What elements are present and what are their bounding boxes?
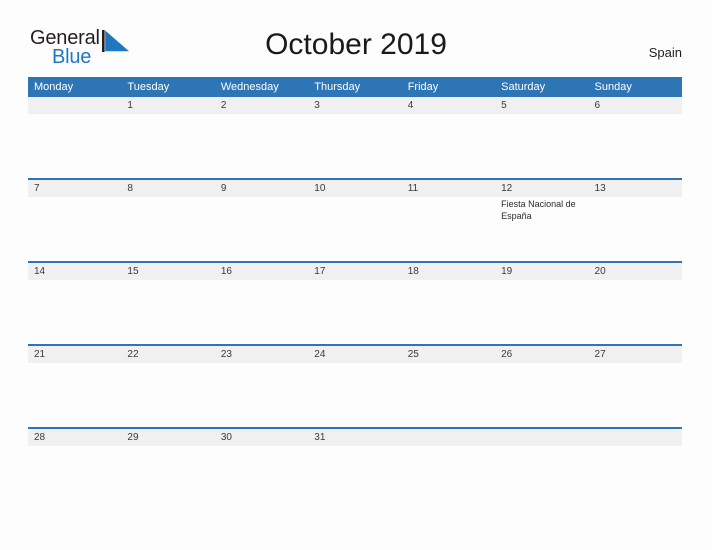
day-cell-23[interactable]: 23 (214, 344, 309, 428)
day-number: 24 (308, 346, 402, 363)
weekday-header-tuesday: Tuesday (121, 77, 215, 97)
holiday-event: Fiesta Nacional de España (501, 199, 576, 221)
calendar-page: General Blue October 2019 Spain Monday Tu… (0, 0, 712, 550)
day-number: 7 (28, 180, 122, 197)
day-cell-1[interactable]: 1 (121, 97, 215, 179)
day-cell-5[interactable]: 5 (495, 97, 589, 179)
day-cell-empty[interactable] (588, 427, 682, 509)
day-number: 19 (495, 263, 589, 280)
day-cell-29[interactable]: 29 (121, 427, 215, 509)
day-number: 9 (214, 180, 309, 197)
day-number: 20 (588, 263, 682, 280)
day-number: 30 (214, 429, 309, 446)
calendar-week-row: 123456 (28, 97, 682, 179)
day-number: 16 (214, 263, 309, 280)
day-number: 5 (495, 97, 589, 114)
day-number: 6 (588, 97, 682, 114)
day-cell-4[interactable]: 4 (401, 97, 496, 179)
calendar-week-row: 21 22 23 24 25 26 27 (28, 344, 682, 428)
day-number: 13 (588, 180, 682, 197)
day-cell-22[interactable]: 22 (121, 344, 215, 428)
day-cell-26[interactable]: 26 (495, 344, 589, 428)
day-number: 3 (308, 97, 402, 114)
day-cell-25[interactable]: 25 (401, 344, 496, 428)
day-cell-21[interactable]: 21 (28, 344, 122, 428)
day-number: 23 (214, 346, 309, 363)
day-number: 21 (28, 346, 122, 363)
day-events: Fiesta Nacional de España (495, 197, 588, 222)
day-number (28, 97, 122, 114)
calendar-week-row: 7 8 9 10 11 12 Fiesta Nacional de España 13 (28, 178, 682, 262)
country-label: Spain (648, 45, 682, 60)
day-cell-empty[interactable] (28, 97, 122, 179)
day-number: 14 (28, 263, 122, 280)
day-number: 31 (308, 429, 402, 446)
calendar-week-row: 28 29 30 31 (28, 427, 682, 509)
day-cell-10[interactable]: 10 (308, 178, 402, 262)
day-number: 22 (121, 346, 215, 363)
calendar-body: 1 2 3 4 5 6 7 8 9 10 11 12 Fiesta Nacional de España… (28, 97, 682, 509)
page-title: October 2019 (265, 28, 447, 61)
day-number: 11 (401, 180, 496, 197)
weekday-header-sunday: Sunday (588, 77, 682, 97)
day-cell-9[interactable]: 9 (214, 178, 309, 262)
weekday-header-wednesday: Wednesday (214, 77, 309, 97)
day-cell-30[interactable]: 30 (214, 427, 309, 509)
day-number (401, 429, 496, 446)
day-cell-8[interactable]: 8 (121, 178, 215, 262)
weekday-header-monday: Monday (28, 77, 122, 97)
day-cell-empty[interactable] (495, 427, 589, 509)
calendar-table: Monday Tuesday Wednesday Thursday Friday Satu… (28, 77, 682, 509)
calendar-header-row: Monday Tuesday Wednesday Thursday Friday Satu… (28, 77, 682, 97)
day-number: 18 (401, 263, 496, 280)
day-number: 26 (495, 346, 589, 363)
day-number: 2 (214, 97, 309, 114)
day-cell-18[interactable]: 18 (401, 261, 496, 345)
day-cell-19[interactable]: 19 (495, 261, 589, 345)
weekday-header-friday: Friday (401, 77, 496, 97)
day-cell-17[interactable]: 17 (308, 261, 402, 345)
day-number: 12 (495, 180, 589, 197)
day-cell-empty[interactable] (401, 427, 496, 509)
day-cell-24[interactable]: 24 (308, 344, 402, 428)
day-number: 25 (401, 346, 496, 363)
day-cell-6[interactable]: 6 (588, 97, 682, 179)
weekday-header-saturday: Saturday (495, 77, 589, 97)
day-number (588, 429, 682, 446)
day-cell-31[interactable]: 31 (308, 427, 402, 509)
day-number: 8 (121, 180, 215, 197)
day-cell-28[interactable]: 28 (28, 427, 122, 509)
day-cell-27[interactable]: 27 (588, 344, 682, 428)
day-cell-7[interactable]: 7 (28, 178, 122, 262)
day-cell-15[interactable]: 15 (121, 261, 215, 345)
day-number: 27 (588, 346, 682, 363)
day-number (495, 429, 589, 446)
day-number: 1 (121, 97, 215, 114)
day-number: 10 (308, 180, 402, 197)
day-number: 28 (28, 429, 122, 446)
weekday-header-thursday: Thursday (308, 77, 402, 97)
day-number: 29 (121, 429, 215, 446)
day-cell-2[interactable]: 2 (214, 97, 309, 179)
day-cell-3[interactable]: 3 (308, 97, 402, 179)
day-cell-20[interactable]: 20 (588, 261, 682, 345)
page-header: General Blue October 2019 Spain (0, 0, 712, 67)
day-cell-12[interactable]: 12 Fiesta Nacional de España (495, 178, 589, 262)
day-number: 17 (308, 263, 402, 280)
day-number: 15 (121, 263, 215, 280)
day-number: 4 (401, 97, 496, 114)
day-cell-16[interactable]: 16 (214, 261, 309, 345)
calendar-week-row: 14 15 16 17 18 19 20 (28, 261, 682, 345)
day-cell-11[interactable]: 11 (401, 178, 496, 262)
day-cell-14[interactable]: 14 (28, 261, 122, 345)
day-cell-13[interactable]: 13 (588, 178, 682, 262)
